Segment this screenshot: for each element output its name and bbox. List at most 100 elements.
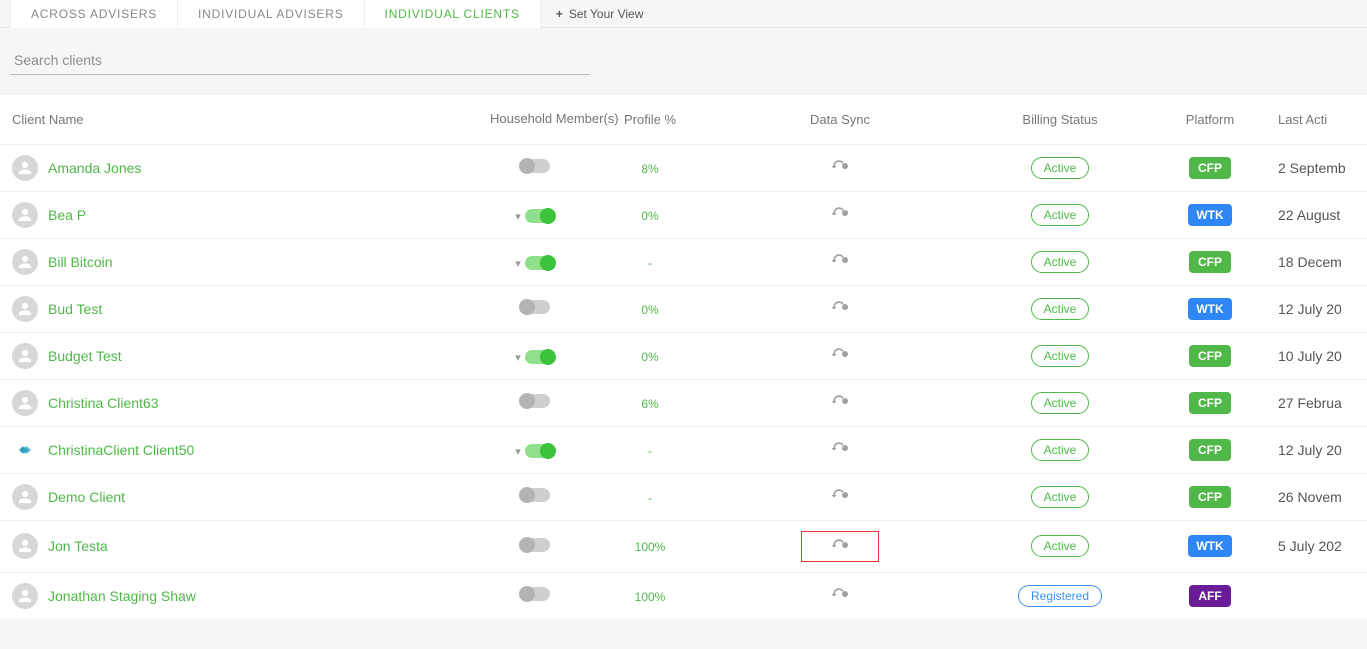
platform-badge: CFP (1189, 345, 1231, 367)
client-link[interactable]: Bill Bitcoin (48, 254, 113, 270)
client-link[interactable]: Christina Client63 (48, 395, 159, 411)
table-row: Amanda Jones8%ActiveCFP2 Septemb (0, 144, 1367, 191)
sync-icon[interactable] (830, 587, 850, 601)
chevron-down-icon[interactable]: ▾ (515, 445, 521, 458)
client-link[interactable]: Jon Testa (48, 538, 108, 554)
table-header-row: Client Name Household Member(s) Profile … (0, 95, 1367, 144)
household-toggle[interactable] (525, 209, 555, 223)
status-badge: Active (1031, 439, 1090, 461)
col-client-name[interactable]: Client Name (0, 95, 480, 144)
col-platform[interactable]: Platform (1150, 95, 1270, 144)
sync-icon[interactable] (830, 206, 850, 220)
sync-icon[interactable] (830, 300, 850, 314)
platform-badge: CFP (1189, 157, 1231, 179)
cell-client-name: Amanda Jones (0, 144, 480, 191)
cell-client-name: Bud Test (0, 285, 480, 332)
client-link[interactable]: ChristinaClient Client50 (48, 442, 194, 458)
client-link[interactable]: Amanda Jones (48, 160, 141, 176)
cell-platform: CFP (1150, 238, 1270, 285)
household-toggle[interactable] (520, 587, 550, 601)
col-billing-status[interactable]: Billing Status (970, 95, 1150, 144)
search-input[interactable] (10, 46, 590, 75)
cell-profile-pct: 100% (590, 520, 710, 572)
cell-profile-pct: 6% (590, 379, 710, 426)
client-link[interactable]: Demo Client (48, 489, 125, 505)
status-badge: Active (1031, 298, 1090, 320)
sync-icon[interactable] (830, 488, 850, 502)
col-last-activity[interactable]: Last Acti (1270, 95, 1367, 144)
cell-last-activity: 12 July 20 (1270, 285, 1367, 332)
cell-platform: CFP (1150, 379, 1270, 426)
col-household[interactable]: Household Member(s) (480, 95, 590, 144)
sync-icon[interactable] (830, 253, 850, 267)
household-toggle[interactable] (520, 394, 550, 408)
sync-icon[interactable] (830, 538, 850, 552)
client-link[interactable]: Jonathan Staging Shaw (48, 588, 196, 604)
cell-data-sync (710, 572, 970, 619)
cell-household: ▾ (480, 426, 590, 473)
platform-badge: CFP (1189, 486, 1231, 508)
cell-last-activity: 5 July 202 (1270, 520, 1367, 572)
cell-billing-status: Active (970, 238, 1150, 285)
household-toggle[interactable] (520, 300, 550, 314)
cell-billing-status: Active (970, 426, 1150, 473)
household-toggle[interactable] (520, 538, 550, 552)
chevron-down-icon[interactable]: ▾ (515, 257, 521, 270)
client-link[interactable]: Budget Test (48, 348, 122, 364)
sync-icon[interactable] (830, 159, 850, 173)
cell-platform: WTK (1150, 520, 1270, 572)
chevron-down-icon[interactable]: ▾ (515, 351, 521, 364)
avatar-icon (12, 533, 38, 559)
cell-household (480, 572, 590, 619)
sync-icon[interactable] (830, 441, 850, 455)
avatar-icon (12, 484, 38, 510)
sync-icon[interactable] (830, 347, 850, 361)
cell-data-sync (710, 426, 970, 473)
cell-last-activity: 22 August (1270, 191, 1367, 238)
tab-across-advisers[interactable]: ACROSS ADVISERS (10, 0, 178, 28)
tab-individual-advisers[interactable]: INDIVIDUAL ADVISERS (178, 0, 364, 28)
status-badge: Active (1031, 204, 1090, 226)
cell-data-sync (710, 238, 970, 285)
cell-billing-status: Active (970, 473, 1150, 520)
chevron-down-icon[interactable]: ▾ (515, 210, 521, 223)
table-row: Bill Bitcoin▾-ActiveCFP18 Decem (0, 238, 1367, 285)
clients-table: Client Name Household Member(s) Profile … (0, 95, 1367, 619)
platform-badge: CFP (1189, 251, 1231, 273)
cell-data-sync (710, 285, 970, 332)
client-link[interactable]: Bea P (48, 207, 86, 223)
cell-profile-pct: - (590, 426, 710, 473)
cell-data-sync (710, 520, 970, 572)
household-toggle[interactable] (520, 159, 550, 173)
cell-billing-status: Registered (970, 572, 1150, 619)
table-row: ChristinaClient Client50▾-ActiveCFP12 Ju… (0, 426, 1367, 473)
table-row: Christina Client636%ActiveCFP27 Februa (0, 379, 1367, 426)
cell-profile-pct: 100% (590, 572, 710, 619)
platform-badge: CFP (1189, 392, 1231, 414)
cell-profile-pct: - (590, 473, 710, 520)
avatar-icon (12, 202, 38, 228)
household-toggle[interactable] (525, 256, 555, 270)
client-link[interactable]: Bud Test (48, 301, 102, 317)
tab-individual-clients[interactable]: INDIVIDUAL CLIENTS (365, 0, 541, 28)
cell-billing-status: Active (970, 191, 1150, 238)
cell-data-sync (710, 473, 970, 520)
cell-client-name: Bea P (0, 191, 480, 238)
status-badge: Active (1031, 535, 1090, 557)
col-data-sync[interactable]: Data Sync (710, 95, 970, 144)
household-toggle[interactable] (525, 444, 555, 458)
cell-client-name: Christina Client63 (0, 379, 480, 426)
avatar-icon (12, 343, 38, 369)
sync-icon[interactable] (830, 394, 850, 408)
household-toggle[interactable] (520, 488, 550, 502)
cell-client-name: ChristinaClient Client50 (0, 426, 480, 473)
search-area (0, 28, 1367, 85)
table-row: Jon Testa 100% Active WTK5 July 202 (0, 520, 1367, 572)
cell-platform: CFP (1150, 426, 1270, 473)
cell-billing-status: Active (970, 332, 1150, 379)
diamond-icon (12, 437, 38, 463)
status-badge: Registered (1018, 585, 1102, 607)
set-your-view-button[interactable]: + Set Your View (556, 7, 644, 21)
avatar-icon (12, 249, 38, 275)
household-toggle[interactable] (525, 350, 555, 364)
